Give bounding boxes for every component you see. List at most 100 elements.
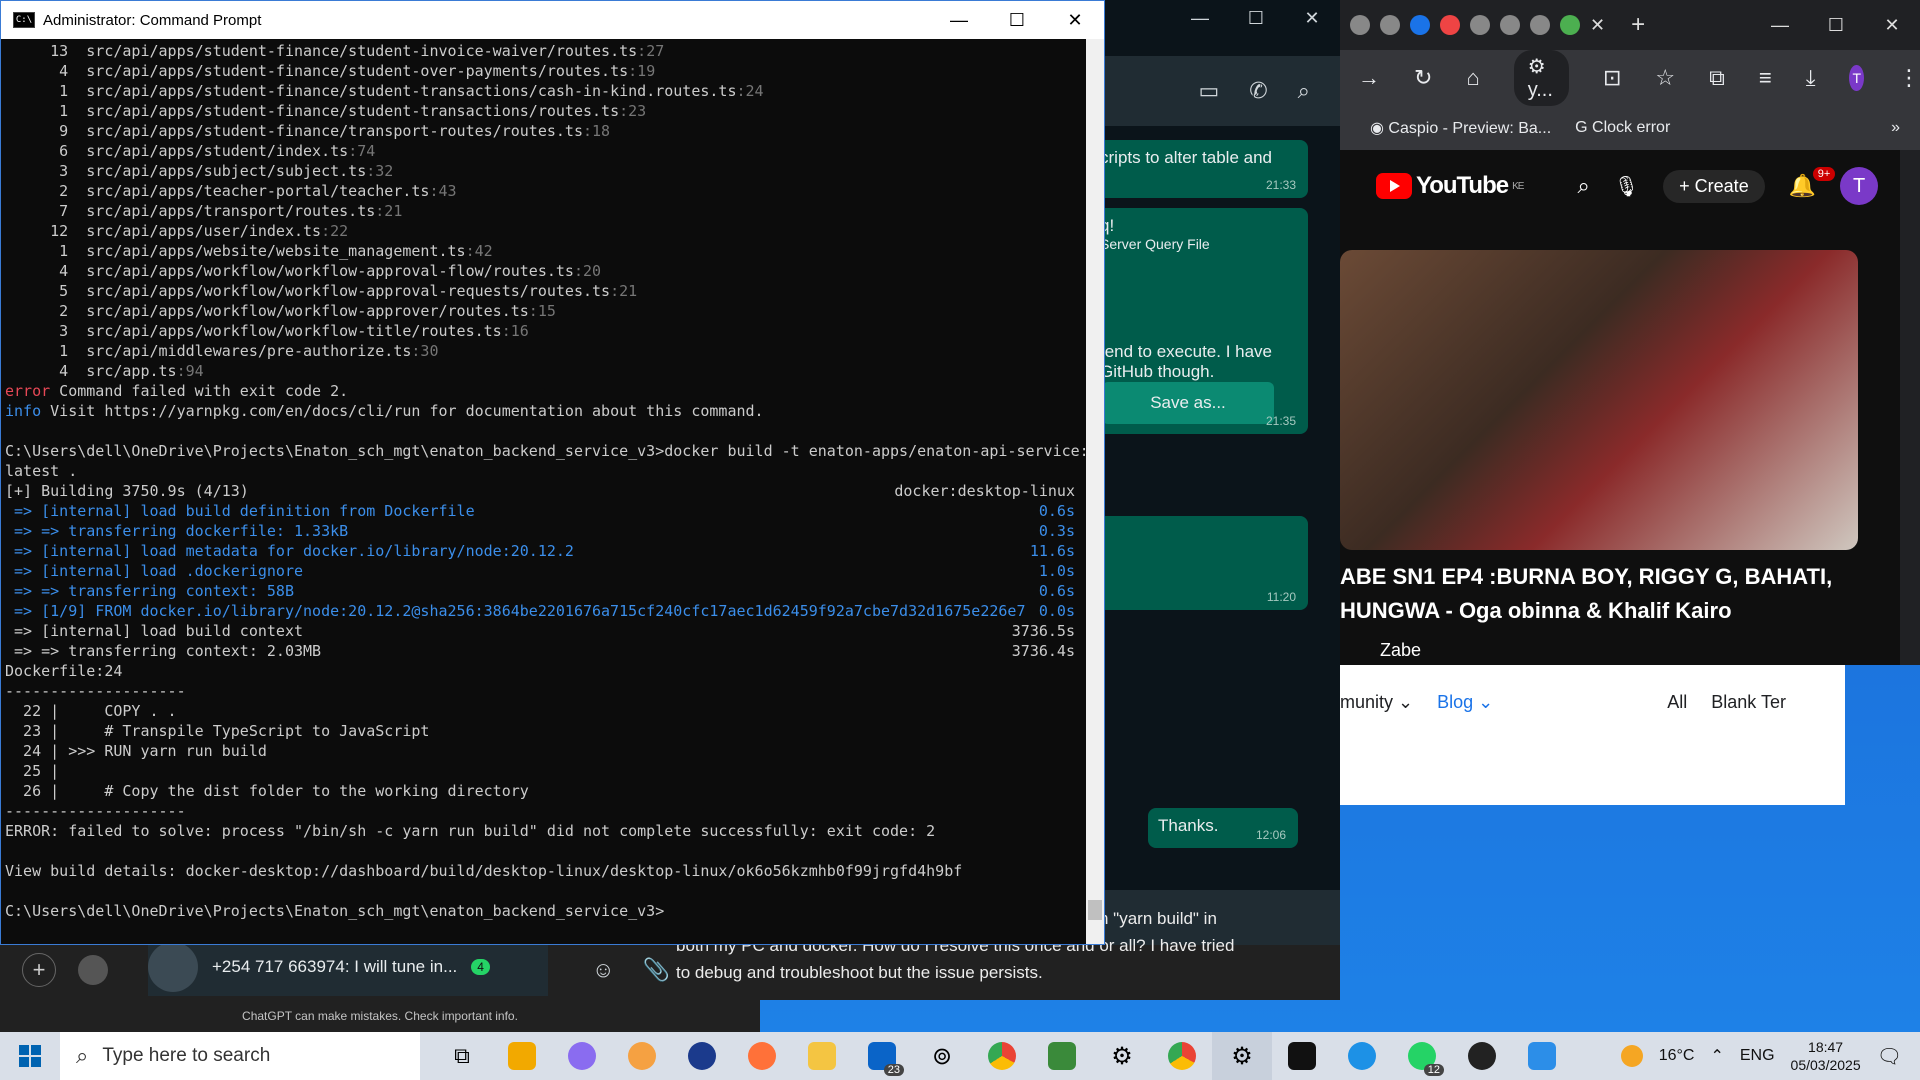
tab-favicon[interactable] xyxy=(1530,15,1550,35)
chrome-icon[interactable] xyxy=(1152,1032,1212,1080)
forward-icon[interactable]: → xyxy=(1358,65,1380,91)
media-icon[interactable]: ≡ xyxy=(1759,65,1772,91)
extensions-icon[interactable]: ⧉ xyxy=(1709,65,1725,91)
tab-favicon[interactable] xyxy=(1380,15,1400,35)
outlook-icon[interactable]: 23 xyxy=(852,1032,912,1080)
search-icon: ⌕ xyxy=(76,1043,89,1068)
profile-avatar[interactable]: T xyxy=(1849,65,1864,91)
nav-blank-template[interactable]: Blank Ter xyxy=(1711,692,1786,713)
menu-icon[interactable]: ⋮ xyxy=(1898,65,1920,91)
cmd-scrollbar[interactable] xyxy=(1086,39,1104,944)
youtube-logo[interactable]: YouTube KE xyxy=(1376,172,1524,200)
minimize-icon[interactable]: — xyxy=(1752,7,1808,43)
channel-name[interactable]: Zabe xyxy=(1380,640,1421,661)
whatsapp-icon[interactable]: 12 xyxy=(1392,1032,1452,1080)
close-icon[interactable]: ✕ xyxy=(1284,0,1340,44)
notifications-icon[interactable]: 🔔 9+ xyxy=(1789,167,1836,199)
firefox-icon[interactable] xyxy=(732,1032,792,1080)
maximize-icon[interactable]: ☐ xyxy=(988,2,1046,38)
task-view-icon[interactable]: ⧉ xyxy=(432,1032,492,1080)
message-text: Server Query File xyxy=(1100,236,1210,252)
microphone-icon[interactable]: 🎙 xyxy=(1614,174,1639,199)
line-number: :74 xyxy=(348,142,376,160)
home-icon[interactable]: ⌂ xyxy=(1466,65,1479,91)
tab-favicon[interactable] xyxy=(1560,15,1580,35)
taskbar-search[interactable]: ⌕ Type here to search xyxy=(60,1032,420,1080)
weather-temp[interactable]: 16°C xyxy=(1659,1047,1695,1065)
bookmark-caspio[interactable]: ◉ Caspio - Preview: Ba... xyxy=(1370,118,1551,138)
github-icon[interactable] xyxy=(1452,1032,1512,1080)
tab-favicon[interactable] xyxy=(1350,15,1370,35)
youtube-page: YouTube KE ⌕ 🎙 + Create 🔔 9+ T ABE SN1 EP4… xyxy=(1340,150,1900,665)
code-text: 26 | # Copy the dist folder to the worki… xyxy=(5,782,529,800)
file-path: src/api/apps/workflow/workflow-approval-… xyxy=(86,262,574,280)
nav-blog[interactable]: Blog ⌄ xyxy=(1437,692,1493,713)
new-tab-icon[interactable]: + xyxy=(1631,11,1645,39)
settings-icon[interactable]: ⚙ xyxy=(1092,1032,1152,1080)
close-tab-icon[interactable]: ✕ xyxy=(1590,15,1605,36)
nav-all[interactable]: All xyxy=(1667,692,1687,713)
bookmark-clock-error[interactable]: G Clock error xyxy=(1575,119,1670,137)
app-icon[interactable]: ⊚ xyxy=(912,1032,972,1080)
attach-icon[interactable]: 📎 xyxy=(642,957,669,983)
docker-icon[interactable] xyxy=(1332,1032,1392,1080)
brave-icon[interactable] xyxy=(612,1032,672,1080)
scroll-thumb[interactable] xyxy=(1088,900,1102,920)
file-error-line: 1 src/api/apps/student-finance/student-t… xyxy=(5,101,1085,121)
step-time: 11.6s xyxy=(1029,542,1075,560)
maximize-icon[interactable]: ☐ xyxy=(1228,0,1284,44)
more-bookmarks-icon[interactable]: » xyxy=(1891,119,1900,137)
app-icon[interactable] xyxy=(672,1032,732,1080)
file-error-line: 1 src/api/apps/website/website_managemen… xyxy=(5,241,1085,261)
prompt-line: C:\Users\dell\OneDrive\Projects\Enaton_s… xyxy=(5,441,1085,461)
notifications-icon[interactable]: 🗨 xyxy=(1877,1044,1902,1069)
video-call-icon[interactable]: ▭ xyxy=(1198,78,1219,104)
search-icon[interactable]: ⌕ xyxy=(1298,78,1310,104)
vscode-icon[interactable] xyxy=(1512,1032,1572,1080)
bookmark-star-icon[interactable]: ☆ xyxy=(1655,65,1675,91)
error-count: 1 xyxy=(5,242,87,260)
emoji-icon[interactable]: ☺ xyxy=(592,957,614,983)
voice-call-icon[interactable]: ✆ xyxy=(1249,78,1267,104)
building-status: [+] Building 3750.9s (4/13) xyxy=(5,482,249,500)
tab-favicon[interactable] xyxy=(1410,15,1430,35)
address-bar[interactable]: ⚙ y... xyxy=(1513,50,1569,106)
tab-favicon[interactable] xyxy=(1500,15,1520,35)
install-icon[interactable]: ⊡ xyxy=(1603,65,1621,91)
tab-favicon[interactable] xyxy=(1470,15,1490,35)
reload-icon[interactable]: ↻ xyxy=(1414,65,1432,91)
nav-community[interactable]: munity ⌄ xyxy=(1340,692,1413,713)
file-path: src/api/apps/teacher-portal/teacher.ts xyxy=(86,182,430,200)
create-button[interactable]: + Create xyxy=(1663,169,1765,203)
tab-favicon[interactable] xyxy=(1440,15,1460,35)
download-icon[interactable]: ⤓ xyxy=(1806,65,1816,91)
search-icon[interactable]: ⌕ xyxy=(1577,173,1589,199)
line-number: :15 xyxy=(528,302,556,320)
chat-list-item[interactable]: +254 717 663974: I will tune in... 4 xyxy=(148,938,548,996)
app-icon[interactable] xyxy=(492,1032,552,1080)
add-icon[interactable]: + xyxy=(22,953,56,987)
video-player[interactable] xyxy=(1340,250,1858,550)
chrome-window-controls: — ☐ ✕ xyxy=(1752,7,1920,43)
close-icon[interactable]: ✕ xyxy=(1864,7,1920,43)
youtube-avatar[interactable]: T xyxy=(1840,167,1879,205)
file-error-line: 4 src/app.ts:94 xyxy=(5,361,1085,381)
copilot-icon[interactable] xyxy=(552,1032,612,1080)
chevron-up-icon[interactable]: ⌃ xyxy=(1710,1046,1723,1066)
file-path: src/api/apps/transport/routes.ts xyxy=(86,202,376,220)
settings-icon[interactable]: ⚙ xyxy=(1212,1032,1272,1080)
user-avatar-icon[interactable] xyxy=(78,955,108,985)
chrome-icon[interactable] xyxy=(972,1032,1032,1080)
save-as-button[interactable]: Save as... xyxy=(1102,382,1274,424)
maximize-icon[interactable]: ☐ xyxy=(1808,7,1864,43)
app-icon[interactable] xyxy=(1032,1032,1092,1080)
minimize-icon[interactable]: — xyxy=(930,2,988,38)
start-button[interactable] xyxy=(0,1032,60,1080)
file-explorer-icon[interactable] xyxy=(792,1032,852,1080)
language-indicator[interactable]: ENG xyxy=(1740,1047,1775,1065)
minimize-icon[interactable]: — xyxy=(1172,0,1228,44)
close-icon[interactable]: ✕ xyxy=(1046,2,1104,38)
clock[interactable]: 18:47 05/03/2025 xyxy=(1791,1038,1861,1074)
terminal-icon[interactable] xyxy=(1272,1032,1332,1080)
cmd-output[interactable]: 13 src/api/apps/student-finance/student-… xyxy=(5,41,1085,941)
